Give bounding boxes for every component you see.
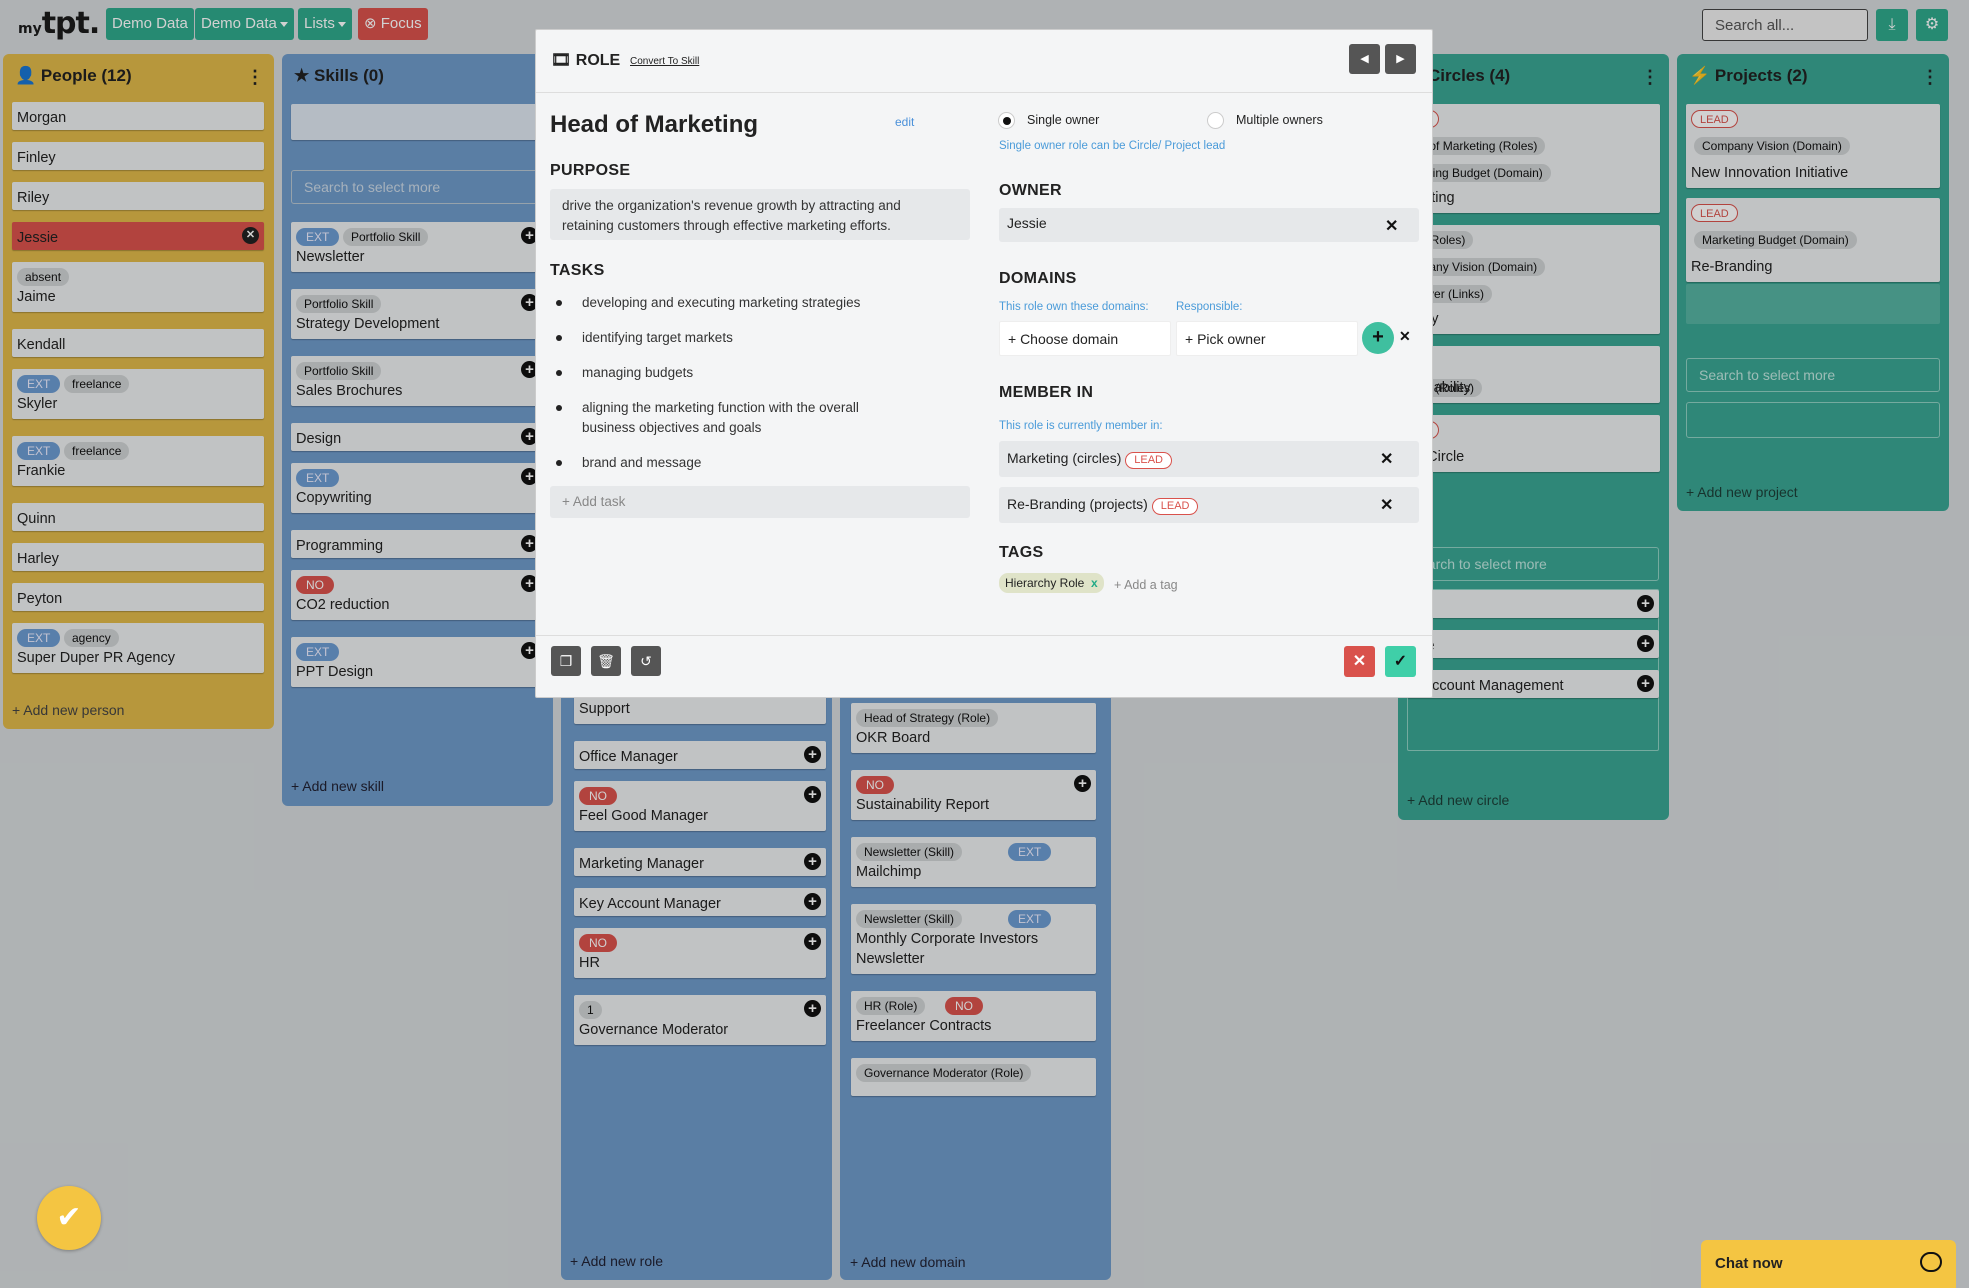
delete-button[interactable]: 🗑	[591, 646, 621, 676]
member-in-hint: This role is currently member in:	[999, 420, 1163, 432]
responsible-hint: Responsible:	[1176, 301, 1243, 313]
purpose-field[interactable]: drive the organization's revenue growth …	[550, 189, 970, 240]
copy-icon: ❐	[559, 653, 573, 669]
bullet-icon	[556, 370, 562, 376]
trash-icon: 🗑	[597, 653, 615, 669]
owner-field[interactable]: Jessie	[999, 208, 1419, 242]
edit-link[interactable]: edit	[895, 115, 914, 129]
remove-member-icon[interactable]: ✕	[1380, 449, 1393, 469]
lead-badge: LEAD	[1151, 498, 1199, 515]
remove-owner-icon[interactable]: ✕	[1385, 216, 1398, 236]
add-tag-input[interactable]: + Add a tag	[1114, 578, 1178, 592]
shield-check-icon[interactable]: ✔	[37, 1186, 101, 1250]
remove-member-icon[interactable]: ✕	[1380, 495, 1393, 515]
clear-domain-icon[interactable]: ✕	[1399, 328, 1411, 345]
member-in-heading: MEMBER IN	[999, 384, 1094, 401]
bullet-icon	[556, 460, 562, 466]
owner-heading: OWNER	[999, 182, 1062, 199]
pick-owner-select[interactable]: + Pick owner	[1176, 321, 1358, 356]
tasks-heading: TASKS	[550, 262, 605, 279]
role-modal: 🎞 ROLE Convert To Skill ◀ ▶ Head of Mark…	[535, 29, 1433, 698]
lead-badge: LEAD	[1125, 452, 1172, 469]
bullet-icon	[556, 335, 562, 341]
owner-hint: Single owner role can be Circle/ Project…	[999, 140, 1226, 152]
cancel-button[interactable]: ✕	[1344, 646, 1375, 677]
modal-footer	[536, 635, 1432, 697]
add-domain-button[interactable]: +	[1362, 322, 1394, 354]
role-title[interactable]: Head of Marketing	[550, 111, 758, 139]
history-button[interactable]: ↺	[631, 646, 661, 676]
caret-right-icon: ▶	[1396, 53, 1405, 65]
single-owner-label: Single owner	[1027, 113, 1100, 127]
close-icon: ✕	[1352, 653, 1367, 670]
member-row[interactable]: Re-Branding (projects) LEAD	[999, 487, 1419, 523]
convert-to-skill-link[interactable]: Convert To Skill	[630, 56, 699, 67]
tag-chip: Hierarchy Role x	[999, 573, 1104, 593]
film-icon: 🎞	[551, 52, 572, 69]
save-button[interactable]: ✓	[1385, 646, 1416, 677]
next-button[interactable]: ▶	[1385, 44, 1416, 74]
domains-hint: This role own these domains:	[999, 301, 1149, 313]
purpose-heading: PURPOSE	[550, 162, 631, 179]
remove-tag-icon[interactable]: x	[1091, 576, 1098, 590]
modal-header: 🎞 ROLE Convert To Skill ◀ ▶	[536, 30, 1432, 93]
domains-heading: DOMAINS	[999, 270, 1077, 287]
member-row[interactable]: Marketing (circles) LEAD	[999, 441, 1419, 477]
duplicate-button[interactable]: ❐	[551, 646, 581, 676]
choose-domain-select[interactable]: + Choose domain	[999, 321, 1171, 356]
modal-type: 🎞 ROLE	[551, 52, 621, 69]
caret-left-icon: ◀	[1360, 53, 1369, 65]
bullet-icon	[556, 405, 562, 411]
multiple-owners-radio[interactable]	[1207, 112, 1224, 129]
history-icon: ↺	[640, 653, 652, 669]
multiple-owners-label: Multiple owners	[1236, 113, 1323, 127]
chat-widget[interactable]: Chat now	[1701, 1240, 1956, 1288]
bullet-icon	[556, 300, 562, 306]
plus-icon: +	[1372, 326, 1384, 348]
single-owner-radio[interactable]	[998, 112, 1015, 129]
chat-bubble-icon	[1920, 1252, 1942, 1272]
add-task-input[interactable]: + Add task	[550, 486, 970, 518]
previous-button[interactable]: ◀	[1349, 44, 1380, 74]
check-icon: ✓	[1393, 653, 1408, 670]
tags-heading: TAGS	[999, 544, 1044, 561]
